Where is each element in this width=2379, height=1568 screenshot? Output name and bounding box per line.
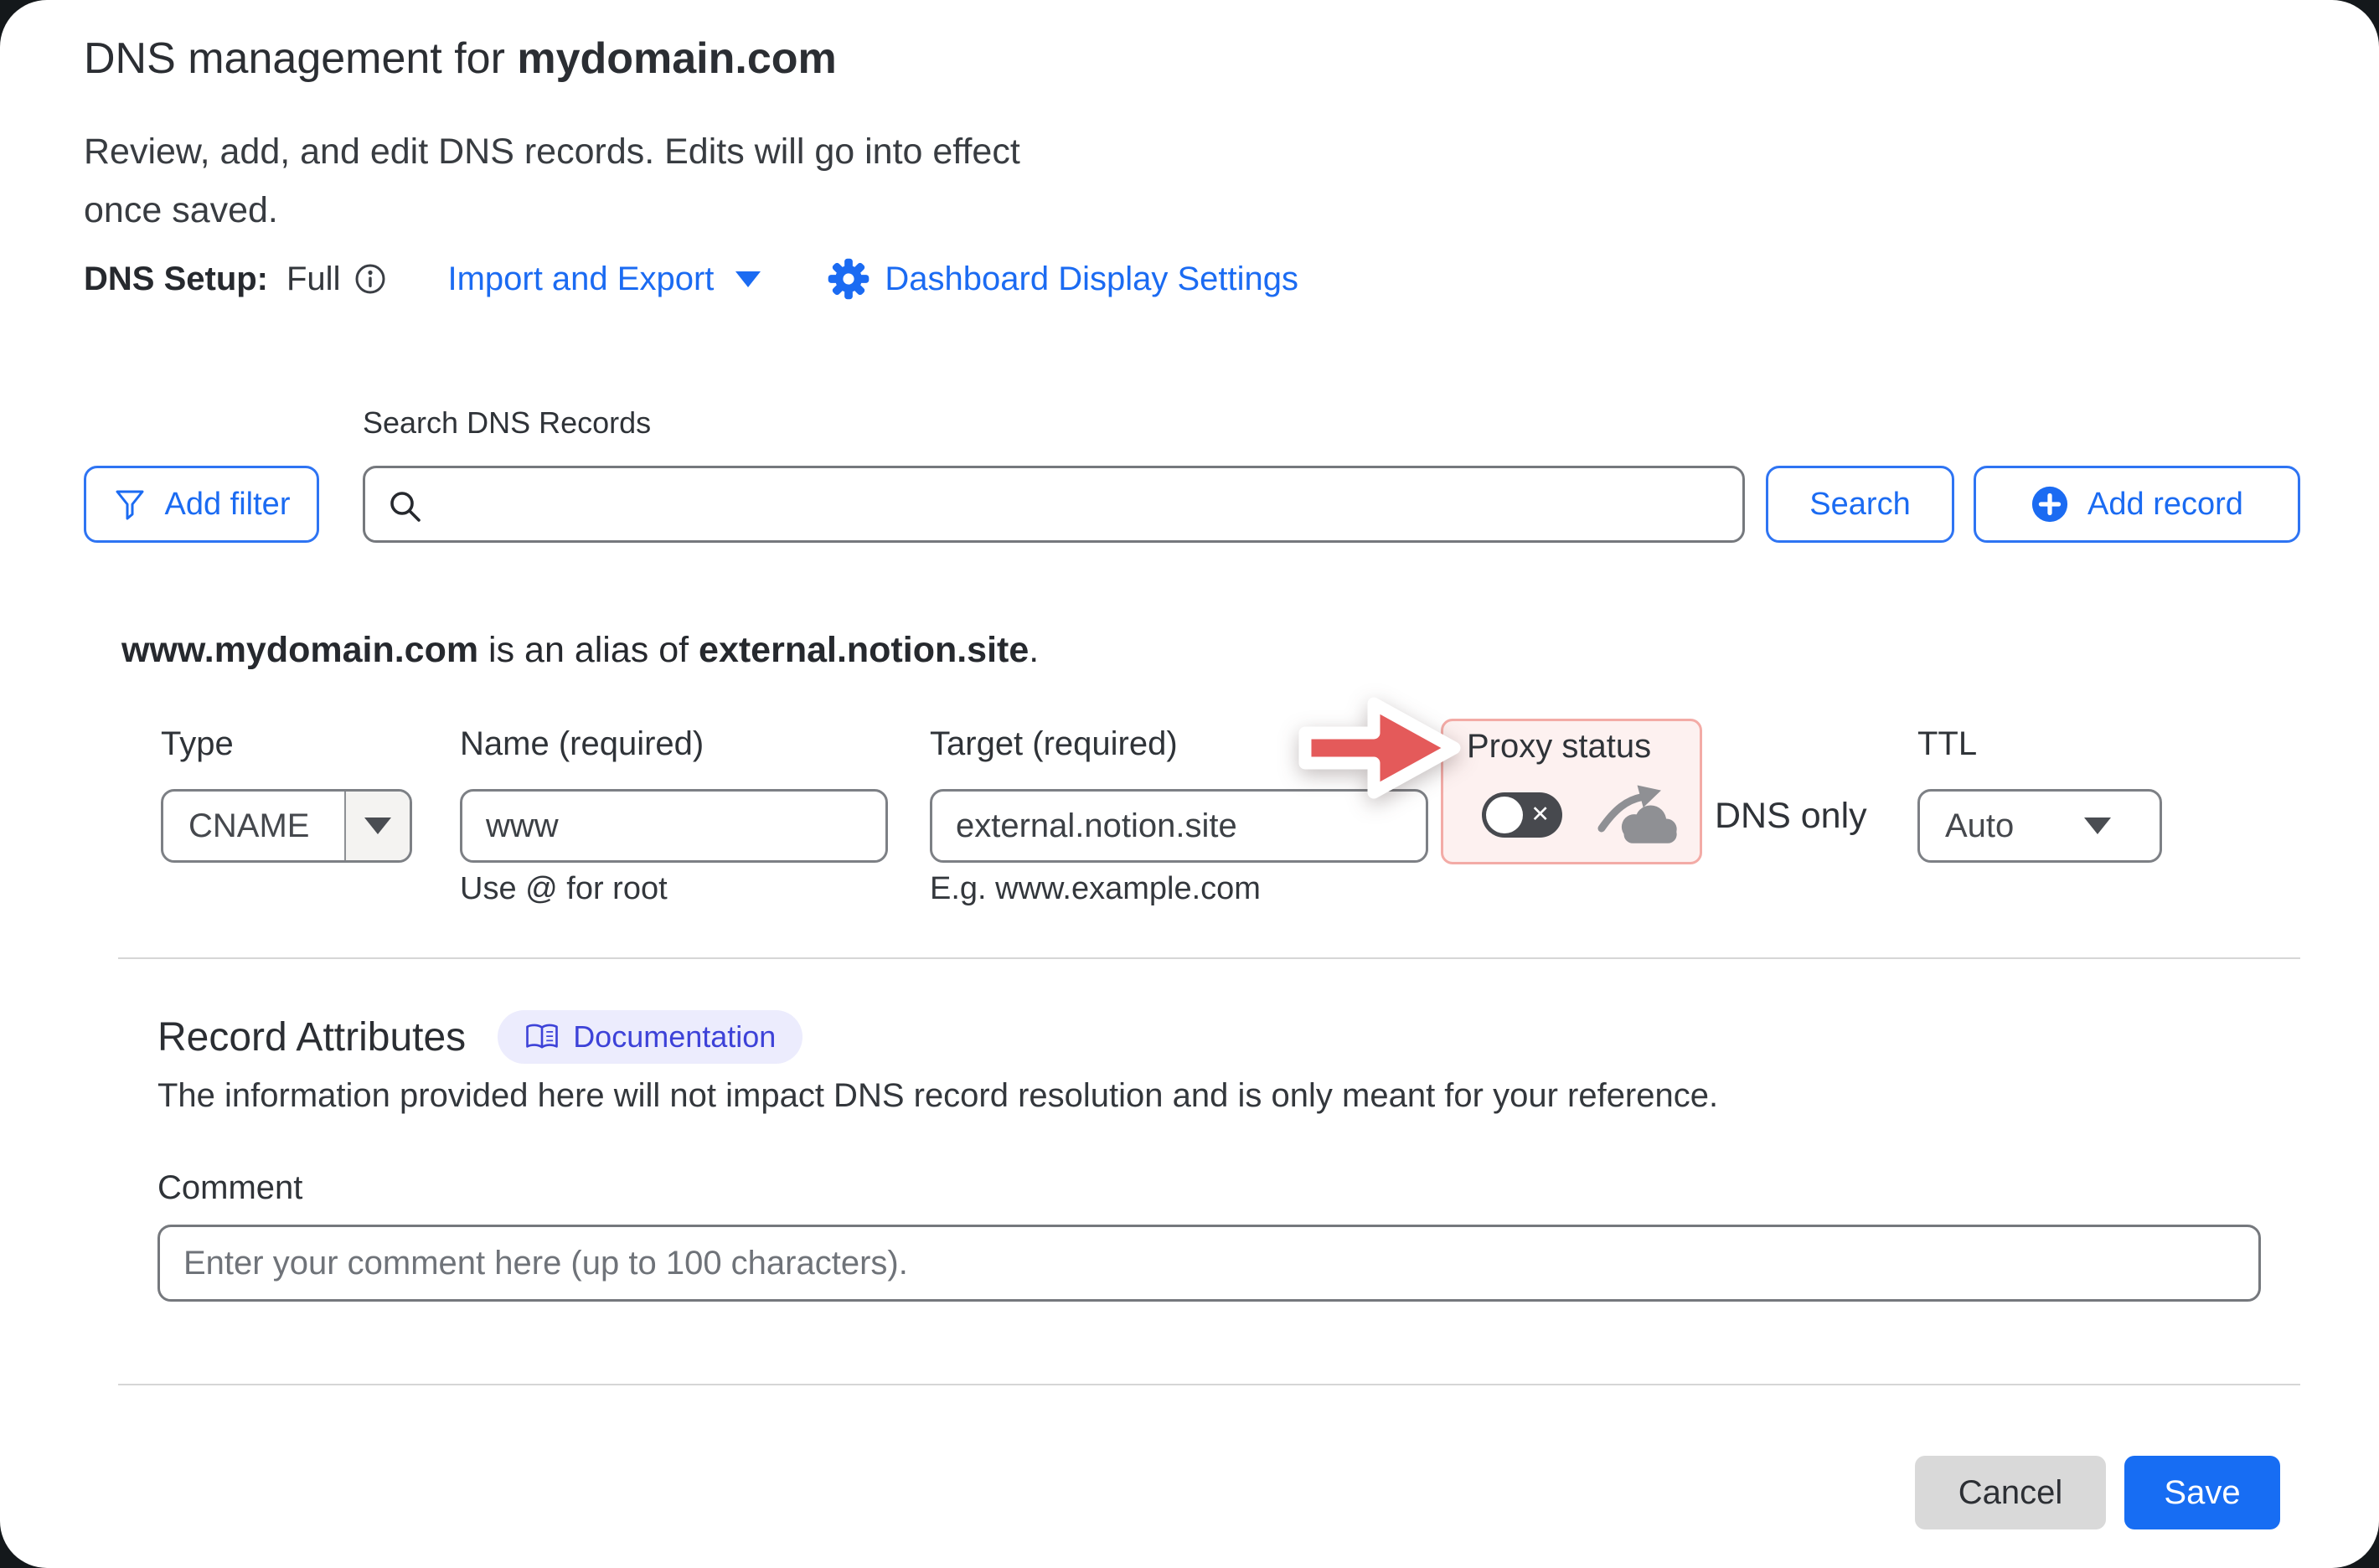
info-icon: [353, 262, 387, 296]
comment-input[interactable]: [157, 1225, 2261, 1302]
documentation-badge[interactable]: Documentation: [498, 1010, 802, 1064]
dns-setup-info-button[interactable]: [353, 262, 387, 296]
gear-icon: [828, 258, 870, 300]
alias-middle-text: is an alias of: [478, 630, 699, 670]
comment-label: Comment: [157, 1169, 302, 1207]
save-button[interactable]: Save: [2124, 1456, 2280, 1529]
section-divider: [118, 957, 2300, 959]
search-button[interactable]: Search: [1766, 466, 1954, 543]
alias-banner: www.mydomain.com is an alias of external…: [121, 630, 1039, 671]
name-hint: Use @ for root: [460, 871, 668, 907]
search-icon: [387, 488, 424, 525]
import-export-button[interactable]: Import and Export: [447, 260, 761, 298]
toggle-off-x-icon: ✕: [1530, 792, 1550, 838]
footer-divider: [118, 1384, 2300, 1385]
proxy-toggle[interactable]: ✕: [1482, 792, 1562, 838]
import-export-label: Import and Export: [447, 260, 714, 298]
type-select-value: CNAME: [163, 792, 344, 860]
target-label: Target (required): [930, 725, 1178, 763]
record-attributes-description: The information provided here will not i…: [157, 1077, 1718, 1115]
record-attributes-header: Record Attributes Documentation: [157, 1010, 802, 1064]
target-hint: E.g. www.example.com: [930, 871, 1261, 907]
type-label: Type: [161, 725, 234, 763]
ttl-label: TTL: [1917, 725, 1977, 763]
type-select-arrow-segment[interactable]: [344, 792, 410, 860]
dns-only-cloud-icon: [1594, 781, 1688, 849]
search-button-label: Search: [1809, 487, 1910, 523]
page-subtitle: Review, add, and edit DNS records. Edits…: [84, 122, 1047, 240]
search-dns-records-label: Search DNS Records: [363, 405, 651, 441]
dns-setup-label: DNS Setup:: [84, 260, 268, 298]
cancel-button[interactable]: Cancel: [1915, 1456, 2106, 1529]
dns-management-panel: DNS management for mydomain.com Review, …: [0, 0, 2379, 1568]
name-input[interactable]: [460, 789, 888, 863]
dashboard-display-settings-link[interactable]: Dashboard Display Settings: [828, 258, 1298, 300]
caret-down-icon: [2084, 818, 2111, 834]
ttl-select[interactable]: Auto: [1917, 789, 2162, 863]
page-title-text: DNS management for: [84, 34, 517, 83]
proxy-status-label: Proxy status: [1467, 728, 1700, 766]
add-filter-label: Add filter: [165, 487, 291, 523]
proxy-status-highlight-box: Proxy status ✕: [1441, 719, 1702, 864]
add-record-button[interactable]: Add record: [1974, 466, 2300, 543]
chevron-down-icon: [735, 271, 761, 287]
plus-circle-icon: [2031, 485, 2069, 524]
page-title-domain: mydomain.com: [517, 34, 836, 83]
red-annotation-arrow: [1295, 685, 1468, 811]
name-label: Name (required): [460, 725, 704, 763]
dns-setup-value: Full: [286, 260, 340, 298]
toggle-knob: [1486, 797, 1523, 833]
add-filter-button[interactable]: Add filter: [84, 466, 319, 543]
caret-down-icon: [364, 818, 391, 834]
dashboard-display-settings-label: Dashboard Display Settings: [885, 260, 1298, 298]
dns-setup-row: DNS Setup: Full Import and Export: [84, 258, 1298, 300]
open-book-icon: [524, 1022, 560, 1052]
alias-target: external.notion.site: [699, 630, 1029, 670]
proxy-state-text: DNS only: [1715, 796, 1867, 837]
documentation-badge-label: Documentation: [573, 1019, 776, 1055]
proxy-status-controls: ✕: [1482, 781, 1700, 849]
add-record-label: Add record: [2087, 487, 2243, 523]
alias-suffix: .: [1029, 630, 1039, 670]
type-select[interactable]: CNAME: [161, 789, 412, 863]
ttl-select-value: Auto: [1920, 792, 2084, 860]
search-input-container: [363, 466, 1745, 543]
alias-source: www.mydomain.com: [121, 630, 478, 670]
search-input[interactable]: [437, 468, 1731, 542]
record-attributes-heading: Record Attributes: [157, 1014, 466, 1060]
page-title: DNS management for mydomain.com: [84, 34, 837, 84]
ttl-select-arrow-zone: [2084, 792, 2160, 860]
filter-funnel-icon: [113, 487, 147, 522]
